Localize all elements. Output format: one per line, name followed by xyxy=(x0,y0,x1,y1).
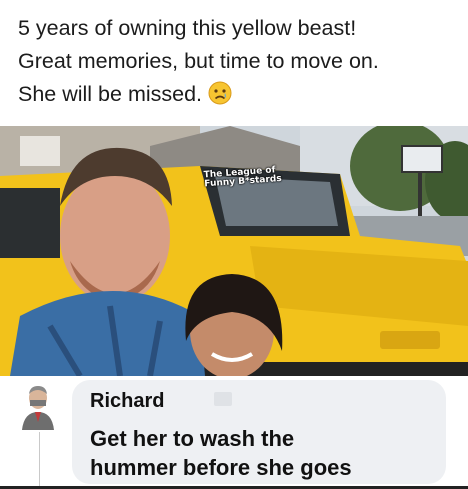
post-photo xyxy=(0,126,468,376)
redacted-name xyxy=(214,392,232,406)
caption-line-2: Great memories, but time to move on. xyxy=(18,49,379,73)
thread-line xyxy=(39,432,40,486)
sad-face-icon xyxy=(208,81,232,115)
comment-author[interactable]: Richard xyxy=(90,390,164,413)
comment-line-2: hummer before she goes xyxy=(90,455,352,480)
comment-row: Richard Get her to wash the hummer befor… xyxy=(0,376,468,489)
comment-text: Get her to wash the hummer before she go… xyxy=(90,424,440,482)
post-caption: 5 years of owning this yellow beast! Gre… xyxy=(18,12,458,115)
avatar[interactable] xyxy=(18,382,58,430)
comment-bubble: Richard Get her to wash the hummer befor… xyxy=(72,380,446,484)
caption-line-1: 5 years of owning this yellow beast! xyxy=(18,16,357,40)
comment-line-1: Get her to wash the xyxy=(90,426,295,451)
caption-line-3-wrap: She will be missed. xyxy=(18,78,458,115)
caption-line-3: She will be missed. xyxy=(18,82,203,106)
